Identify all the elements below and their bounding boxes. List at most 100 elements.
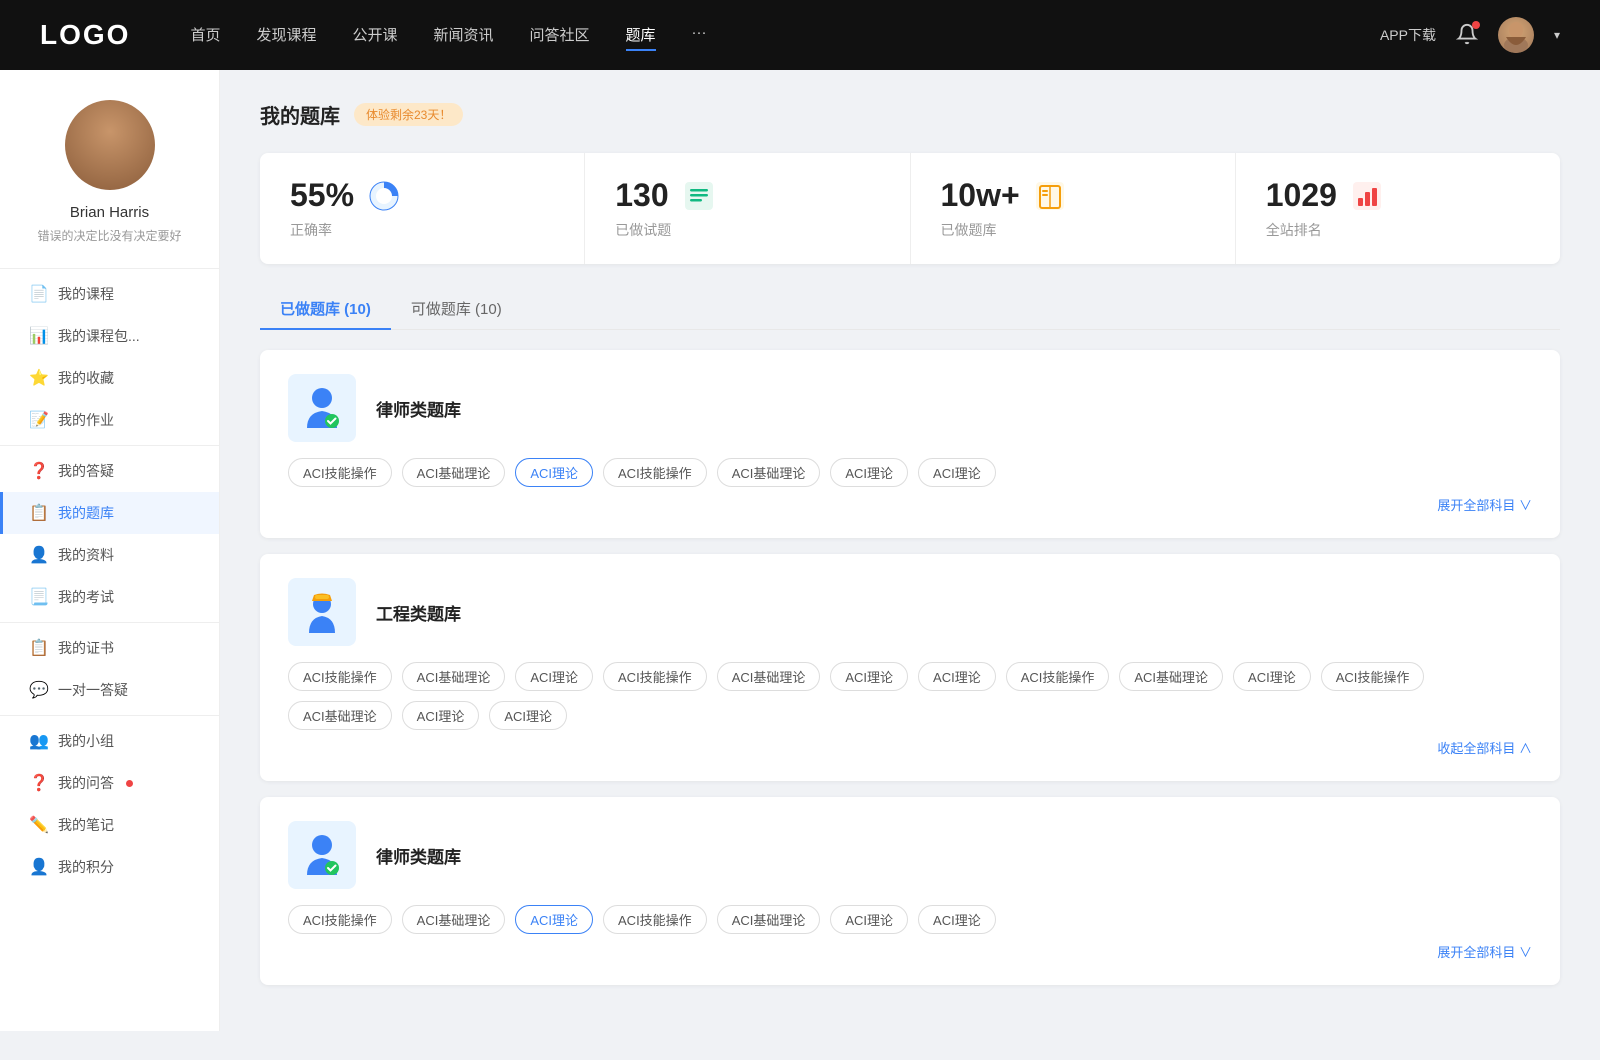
qbank-tag-1-12[interactable]: ACI理论 — [402, 701, 480, 730]
qbank-title: 律师类题库 — [376, 396, 461, 421]
sidebar-item-12[interactable]: ✏️我的笔记 — [0, 804, 219, 846]
user-motto: 错误的决定比没有决定要好 — [21, 227, 197, 244]
qbank-tag-0-1[interactable]: ACI基础理论 — [402, 458, 506, 487]
qbank-card-0: 律师类题库 ACI技能操作ACI基础理论ACI理论ACI技能操作ACI基础理论A… — [260, 350, 1560, 538]
sidebar-label-11: 我的问答 — [58, 773, 114, 793]
stat-value: 55% — [290, 177, 354, 214]
stat-top: 55% — [290, 177, 554, 214]
sidebar-divider — [0, 445, 219, 446]
sidebar-item-9[interactable]: 💬一对一答疑 — [0, 669, 219, 711]
qbank-tags-2: ACI技能操作 ACI基础理论 ACI理论 ACI技能操作 ACI基础理论 ACI理论 AC… — [288, 905, 1532, 934]
qbank-tag-2-4[interactable]: ACI基础理论 — [717, 905, 821, 934]
user-name: Brian Harris — [70, 204, 149, 221]
app-download-link[interactable]: APP下载 — [1380, 25, 1436, 45]
page-layout: Brian Harris 错误的决定比没有决定要好 📄我的课程 📊 我的课程包...… — [0, 70, 1600, 1031]
sidebar-label-3: 我的作业 — [58, 410, 114, 430]
expand-link-1[interactable]: 收起全部科目 ∧ — [1437, 738, 1532, 757]
stats-row: 55% 正确率 130 已做试题 10w+ 已做题 — [260, 153, 1560, 264]
sidebar-item-0[interactable]: 📄我的课程 — [0, 273, 219, 315]
qbank-tag-1-4[interactable]: ACI基础理论 — [717, 662, 821, 691]
page-title: 我的题库 — [260, 100, 340, 129]
qbank-cards-container: 律师类题库 ACI技能操作ACI基础理论ACI理论ACI技能操作ACI基础理论A… — [260, 350, 1560, 985]
qbank-header: 律师类题库 — [288, 374, 1532, 442]
trial-badge: 体验剩余23天！ — [354, 103, 463, 126]
qbank-tag-0-6[interactable]: ACI理论 — [918, 458, 996, 487]
qbank-tag-2-2[interactable]: ACI理论 — [515, 905, 593, 934]
nav-menu-item[interactable]: 首页 — [190, 20, 220, 51]
qbank-tag-2-5[interactable]: ACI理论 — [830, 905, 908, 934]
sidebar-item-5[interactable]: 📋我的题库 — [0, 492, 219, 534]
stat-icon-bar_red — [1349, 178, 1385, 214]
qbank-tag-1-3[interactable]: ACI技能操作 — [603, 662, 707, 691]
expand-link-0[interactable]: 展开全部科目 ∨ — [1437, 495, 1532, 514]
tab-item[interactable]: 已做题库 (10) — [260, 288, 391, 329]
qbank-header: 工程类题库 — [288, 578, 1532, 646]
user-menu-chevron[interactable]: ▾ — [1554, 28, 1560, 42]
qbank-footer: 展开全部科目 ∨ — [288, 942, 1532, 961]
sidebar-icon-3: 📝 — [30, 411, 48, 429]
sidebar-item-11[interactable]: ❓ 我的问答 — [0, 762, 219, 804]
qbank-tag-0-0[interactable]: ACI技能操作 — [288, 458, 392, 487]
qbank-tag-1-5[interactable]: ACI理论 — [830, 662, 908, 691]
sidebar-icon-1: 📊 — [30, 327, 48, 345]
sidebar-item-6[interactable]: 👤我的资料 — [0, 534, 219, 576]
nav-menu-item[interactable]: ··· — [692, 20, 707, 51]
sidebar-item-8[interactable]: 📋我的证书 — [0, 627, 219, 669]
sidebar-item-10[interactable]: 👥我的小组 — [0, 720, 219, 762]
sidebar-item-7[interactable]: 📃我的考试 — [0, 576, 219, 618]
stat-top: 1029 — [1266, 177, 1530, 214]
stat-icon-list_green — [681, 178, 717, 214]
sidebar-item-1[interactable]: 📊 我的课程包... — [0, 315, 219, 357]
qbank-tag-1-1[interactable]: ACI基础理论 — [402, 662, 506, 691]
qbank-tag-1-8[interactable]: ACI基础理论 — [1119, 662, 1223, 691]
qbank-tag-2-1[interactable]: ACI基础理论 — [402, 905, 506, 934]
sidebar-item-13[interactable]: 👤我的积分 — [0, 846, 219, 888]
sidebar-icon-11: ❓ — [30, 774, 48, 792]
avatar[interactable] — [1498, 17, 1534, 53]
qbank-tag-1-2[interactable]: ACI理论 — [515, 662, 593, 691]
qbank-tag-0-3[interactable]: ACI技能操作 — [603, 458, 707, 487]
qbank-tag-0-5[interactable]: ACI理论 — [830, 458, 908, 487]
sidebar-menu: 📄我的课程📊我的课程包...⭐我的收藏📝我的作业❓我的答疑📋我的题库👤我的资料📃… — [0, 273, 219, 888]
page-header: 我的题库 体验剩余23天！ — [260, 100, 1560, 129]
nav-menu-item[interactable]: 公开课 — [352, 20, 397, 51]
sidebar-icon-0: 📄 — [30, 285, 48, 303]
expand-link-2[interactable]: 展开全部科目 ∨ — [1437, 942, 1532, 961]
sidebar-item-2[interactable]: ⭐我的收藏 — [0, 357, 219, 399]
sidebar-label-4: 我的答疑 — [58, 461, 114, 481]
qbank-tag-1-6[interactable]: ACI理论 — [918, 662, 996, 691]
sidebar-divider — [0, 715, 219, 716]
stat-top: 10w+ — [941, 177, 1205, 214]
tabs-row: 已做题库 (10)可做题库 (10) — [260, 288, 1560, 330]
qbank-tag-1-10[interactable]: ACI技能操作 — [1321, 662, 1425, 691]
sidebar-item-4[interactable]: ❓我的答疑 — [0, 450, 219, 492]
qbank-tag-1-13[interactable]: ACI理论 — [489, 701, 567, 730]
nav-menu-item[interactable]: 新闻资讯 — [434, 20, 494, 51]
nav-menu-item[interactable]: 问答社区 — [530, 20, 590, 51]
stat-card-list_green: 130 已做试题 — [585, 153, 910, 264]
qbank-tag-0-2[interactable]: ACI理论 — [515, 458, 593, 487]
qbank-tag-1-7[interactable]: ACI技能操作 — [1006, 662, 1110, 691]
sidebar-label-6: 我的资料 — [58, 545, 114, 565]
sidebar-icon-7: 📃 — [30, 588, 48, 606]
stat-label: 已做题库 — [941, 220, 1205, 240]
sidebar-label-9: 一对一答疑 — [58, 680, 128, 700]
qbank-tag-2-3[interactable]: ACI技能操作 — [603, 905, 707, 934]
qbank-tag-0-4[interactable]: ACI基础理论 — [717, 458, 821, 487]
logo: LOGO — [40, 19, 130, 51]
qbank-tag-1-0[interactable]: ACI技能操作 — [288, 662, 392, 691]
sidebar-item-3[interactable]: 📝 我的作业 — [0, 399, 219, 441]
nav-menu-item[interactable]: 发现课程 — [256, 20, 316, 51]
qbank-title: 律师类题库 — [376, 843, 461, 868]
sidebar-label-1: 我的课程包... — [58, 326, 140, 346]
qbank-tag-2-6[interactable]: ACI理论 — [918, 905, 996, 934]
sidebar-badge-11 — [126, 780, 133, 787]
qbank-tag-2-0[interactable]: ACI技能操作 — [288, 905, 392, 934]
stat-icon-book_orange — [1032, 178, 1068, 214]
nav-menu-item[interactable]: 题库 — [626, 20, 656, 51]
tab-item[interactable]: 可做题库 (10) — [391, 288, 522, 329]
notification-bell[interactable] — [1456, 23, 1478, 48]
qbank-tag-1-9[interactable]: ACI理论 — [1233, 662, 1311, 691]
qbank-tags-0: ACI技能操作 ACI基础理论 ACI理论 ACI技能操作 ACI基础理论 ACI理论 AC… — [288, 458, 1532, 487]
qbank-tag-1-11[interactable]: ACI基础理论 — [288, 701, 392, 730]
